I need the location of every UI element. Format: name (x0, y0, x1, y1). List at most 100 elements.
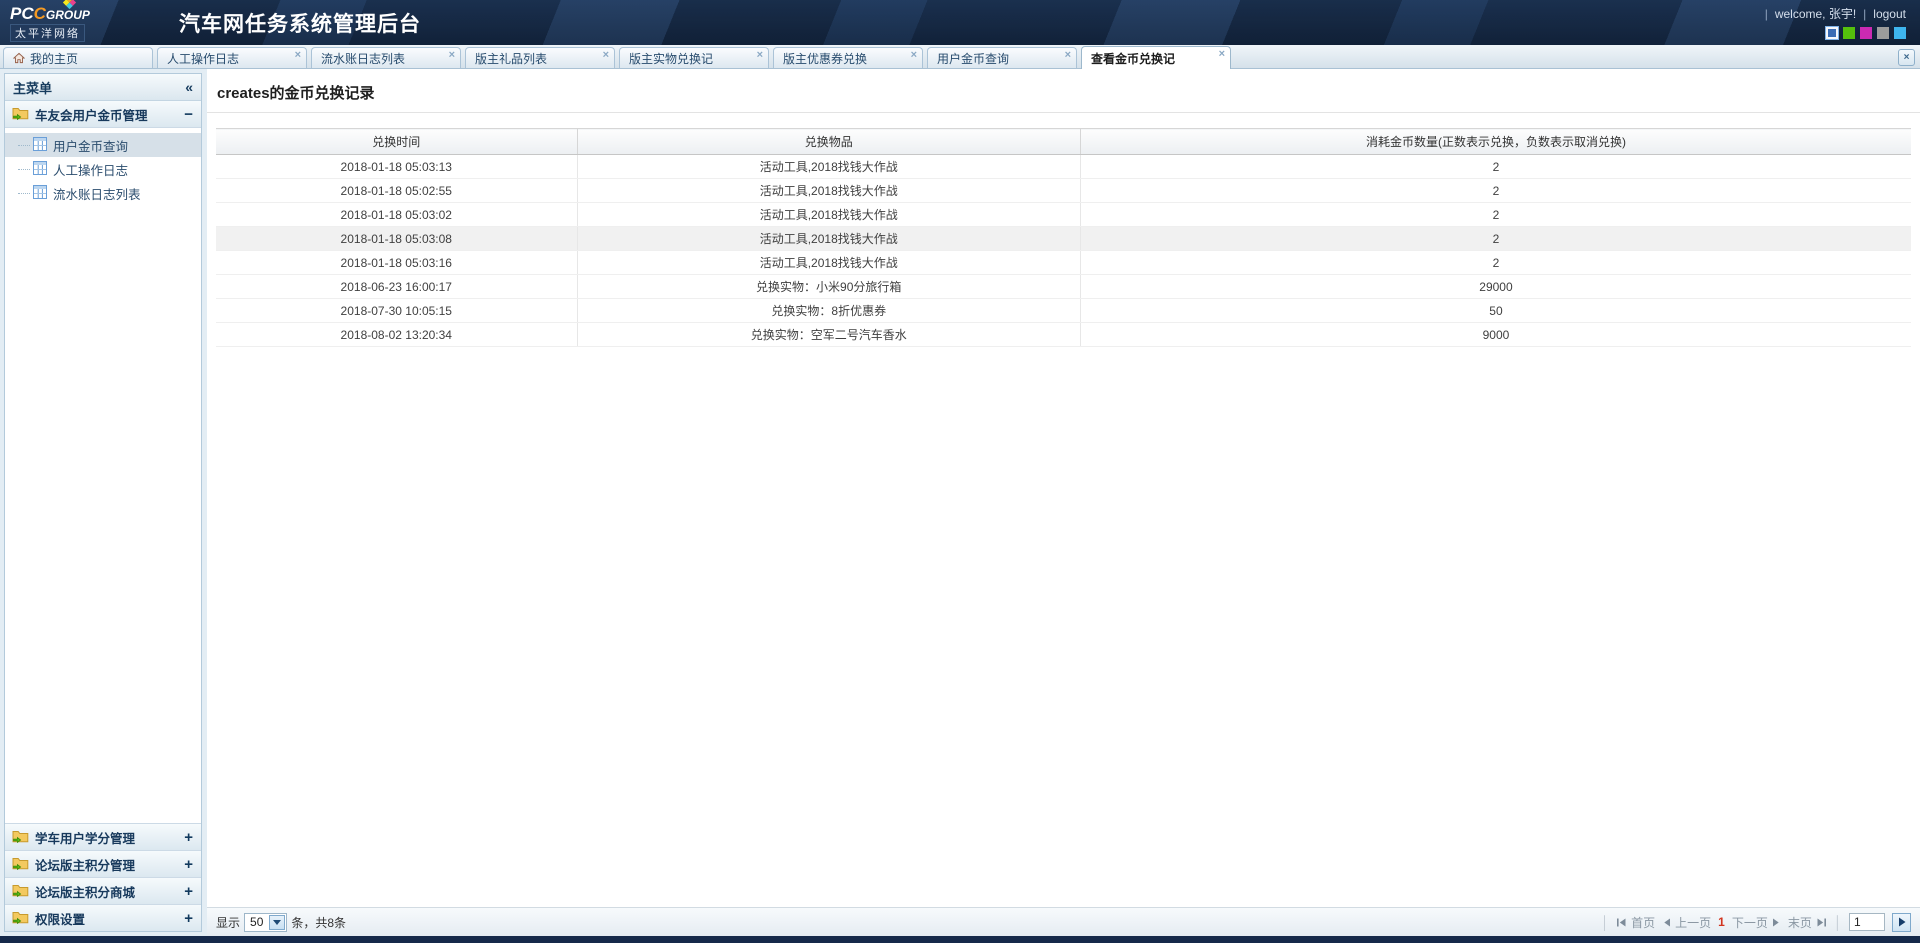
col-header-exchange-item: 兑换物品 (577, 129, 1080, 155)
close-icon[interactable]: × (603, 48, 609, 61)
table-icon (33, 137, 47, 154)
cell-time: 2018-01-18 05:03:16 (216, 251, 577, 275)
sidebar-group-coin-mgmt[interactable]: 车友会用户金币管理 − (5, 101, 201, 128)
table-row[interactable]: 2018-01-18 05:03:08 活动工具,2018找钱大作战 2 (216, 227, 1911, 251)
cell-time: 2018-01-18 05:03:13 (216, 155, 577, 179)
theme-blue-button[interactable] (1826, 27, 1838, 39)
collapse-minus-icon[interactable]: − (184, 106, 193, 123)
tree-line (18, 193, 30, 194)
main-content: creates的金币兑换记录 兑换时间 兑换物品 消耗金币数量(正数表示兑换，负… (207, 69, 1920, 936)
last-page-button[interactable]: 末页 (1788, 914, 1827, 931)
table-row[interactable]: 2018-01-18 05:03:16 活动工具,2018找钱大作战 2 (216, 251, 1911, 275)
divider: │ (1601, 915, 1609, 930)
exchange-table-wrap: 兑换时间 兑换物品 消耗金币数量(正数表示兑换，负数表示取消兑换) 2018-0… (207, 113, 1920, 347)
total-count-label: 条，共8条 (291, 914, 346, 931)
close-icon[interactable]: × (295, 48, 301, 61)
close-icon[interactable]: × (449, 48, 455, 61)
theme-skyblue-button[interactable] (1894, 27, 1906, 39)
logout-link[interactable]: logout (1873, 7, 1906, 21)
cell-amount: 2 (1080, 155, 1911, 179)
first-page-icon (1616, 917, 1627, 928)
cell-amount: 2 (1080, 179, 1911, 203)
cell-amount: 2 (1080, 251, 1911, 275)
expand-plus-icon[interactable]: + (184, 856, 193, 873)
cell-item: 活动工具,2018找钱大作战 (577, 251, 1080, 275)
expand-plus-icon[interactable]: + (184, 883, 193, 900)
sidebar-group-mod-points-mall[interactable]: 论坛版主积分商城 + (5, 877, 201, 904)
cell-item: 活动工具,2018找钱大作战 (577, 155, 1080, 179)
tree-line (18, 169, 30, 170)
folder-icon (12, 106, 29, 123)
tab-view-coin-exchange[interactable]: 查看金币兑换记 × (1081, 46, 1231, 69)
table-row[interactable]: 2018-01-18 05:03:13 活动工具,2018找钱大作战 2 (216, 155, 1911, 179)
goto-page-input[interactable] (1849, 913, 1885, 931)
home-icon (13, 52, 25, 64)
chevron-down-icon[interactable] (269, 915, 285, 930)
tree-line (18, 145, 30, 146)
table-row[interactable]: 2018-08-02 13:20:34 兑换实物：空军二号汽车香水 9000 (216, 323, 1911, 347)
divider: │ (1834, 915, 1842, 930)
pcgroup-logo: PCCGROUP 太平洋网络 (10, 4, 165, 42)
close-icon[interactable]: × (1219, 47, 1225, 60)
theme-gray-button[interactable] (1877, 27, 1889, 39)
cell-time: 2018-01-18 05:02:55 (216, 179, 577, 203)
cell-item: 兑换实物：空军二号汽车香水 (577, 323, 1080, 347)
tab-mod-gift-list[interactable]: 版主礼品列表 × (465, 47, 615, 68)
folder-icon (12, 883, 29, 900)
tab-mod-goods-exchange[interactable]: 版主实物兑换记 × (619, 47, 769, 68)
expand-plus-icon[interactable]: + (184, 829, 193, 846)
page-title: 汽车网任务系统管理后台 (179, 8, 421, 38)
first-page-button[interactable]: 首页 (1616, 914, 1655, 931)
col-header-exchange-time: 兑换时间 (216, 129, 577, 155)
table-row[interactable]: 2018-01-18 05:02:55 活动工具,2018找钱大作战 2 (216, 179, 1911, 203)
sidebar-item-user-coin-query[interactable]: 用户金币查询 (5, 133, 201, 157)
close-icon[interactable]: × (757, 48, 763, 61)
cell-item: 兑换实物：小米90分旅行箱 (577, 275, 1080, 299)
folder-icon (12, 910, 29, 927)
next-page-icon (1772, 917, 1781, 928)
tab-flow-log-list[interactable]: 流水账日志列表 × (311, 47, 461, 68)
sidebar-item-flow-log-list[interactable]: 流水账日志列表 (5, 181, 201, 205)
page-size-select[interactable]: 50 (244, 913, 287, 932)
close-icon[interactable]: × (1065, 48, 1071, 61)
table-row[interactable]: 2018-06-23 16:00:17 兑换实物：小米90分旅行箱 29000 (216, 275, 1911, 299)
current-page-number: 1 (1718, 915, 1725, 929)
header-right: |welcome, 张宇!|logout (1758, 6, 1906, 39)
app-window: PCCGROUP 太平洋网络 汽车网任务系统管理后台 |welcome, 张宇!… (0, 0, 1920, 943)
logo-subtitle: 太平洋网络 (10, 24, 85, 42)
show-label: 显示 (216, 914, 240, 931)
user-line: |welcome, 张宇!|logout (1758, 6, 1906, 23)
close-icon[interactable]: × (911, 48, 917, 61)
bottom-strip (0, 936, 1920, 943)
pagination-controls: │ 首页 上一页 1 下一页 末页 (1601, 913, 1911, 932)
col-header-coin-amount: 消耗金币数量(正数表示兑换，负数表示取消兑换) (1080, 129, 1911, 155)
tab-home[interactable]: 我的主页 (3, 47, 153, 68)
sidebar-group-mod-points-mgmt[interactable]: 论坛版主积分管理 + (5, 850, 201, 877)
tab-mod-coupon-exchange[interactable]: 版主优惠券兑换 × (773, 47, 923, 68)
cell-amount: 2 (1080, 227, 1911, 251)
theme-magenta-button[interactable] (1860, 27, 1872, 39)
cell-item: 活动工具,2018找钱大作战 (577, 227, 1080, 251)
tab-user-coin-query[interactable]: 用户金币查询 × (927, 47, 1077, 68)
theme-green-button[interactable] (1843, 27, 1855, 39)
cell-time: 2018-07-30 10:05:15 (216, 299, 577, 323)
sidebar-group-items: 用户金币查询 人工操作日志 流水账日志列表 (5, 128, 201, 209)
cell-amount: 50 (1080, 299, 1911, 323)
tabbar-close-button[interactable]: × (1898, 49, 1915, 66)
sidebar-header: 主菜单 « (5, 74, 201, 101)
go-page-button[interactable] (1892, 913, 1911, 932)
welcome-user-link[interactable]: welcome, 张宇! (1775, 7, 1856, 21)
next-page-button[interactable]: 下一页 (1732, 914, 1781, 931)
sidebar-collapse-icon[interactable]: « (185, 79, 193, 95)
sidebar-group-permission-settings[interactable]: 权限设置 + (5, 904, 201, 931)
sidebar-group-learner-credit[interactable]: 学车用户学分管理 + (5, 823, 201, 850)
expand-plus-icon[interactable]: + (184, 910, 193, 927)
prev-page-button[interactable]: 上一页 (1662, 914, 1711, 931)
table-row[interactable]: 2018-01-18 05:03:02 活动工具,2018找钱大作战 2 (216, 203, 1911, 227)
tab-manual-op-log[interactable]: 人工操作日志 × (157, 47, 307, 68)
sidebar-item-manual-op-log[interactable]: 人工操作日志 (5, 157, 201, 181)
pagination-bar: 显示 50 条，共8条 │ 首页 (207, 907, 1920, 936)
cell-item: 活动工具,2018找钱大作战 (577, 179, 1080, 203)
go-arrow-icon (1898, 917, 1906, 927)
table-row[interactable]: 2018-07-30 10:05:15 兑换实物：8折优惠券 50 (216, 299, 1911, 323)
